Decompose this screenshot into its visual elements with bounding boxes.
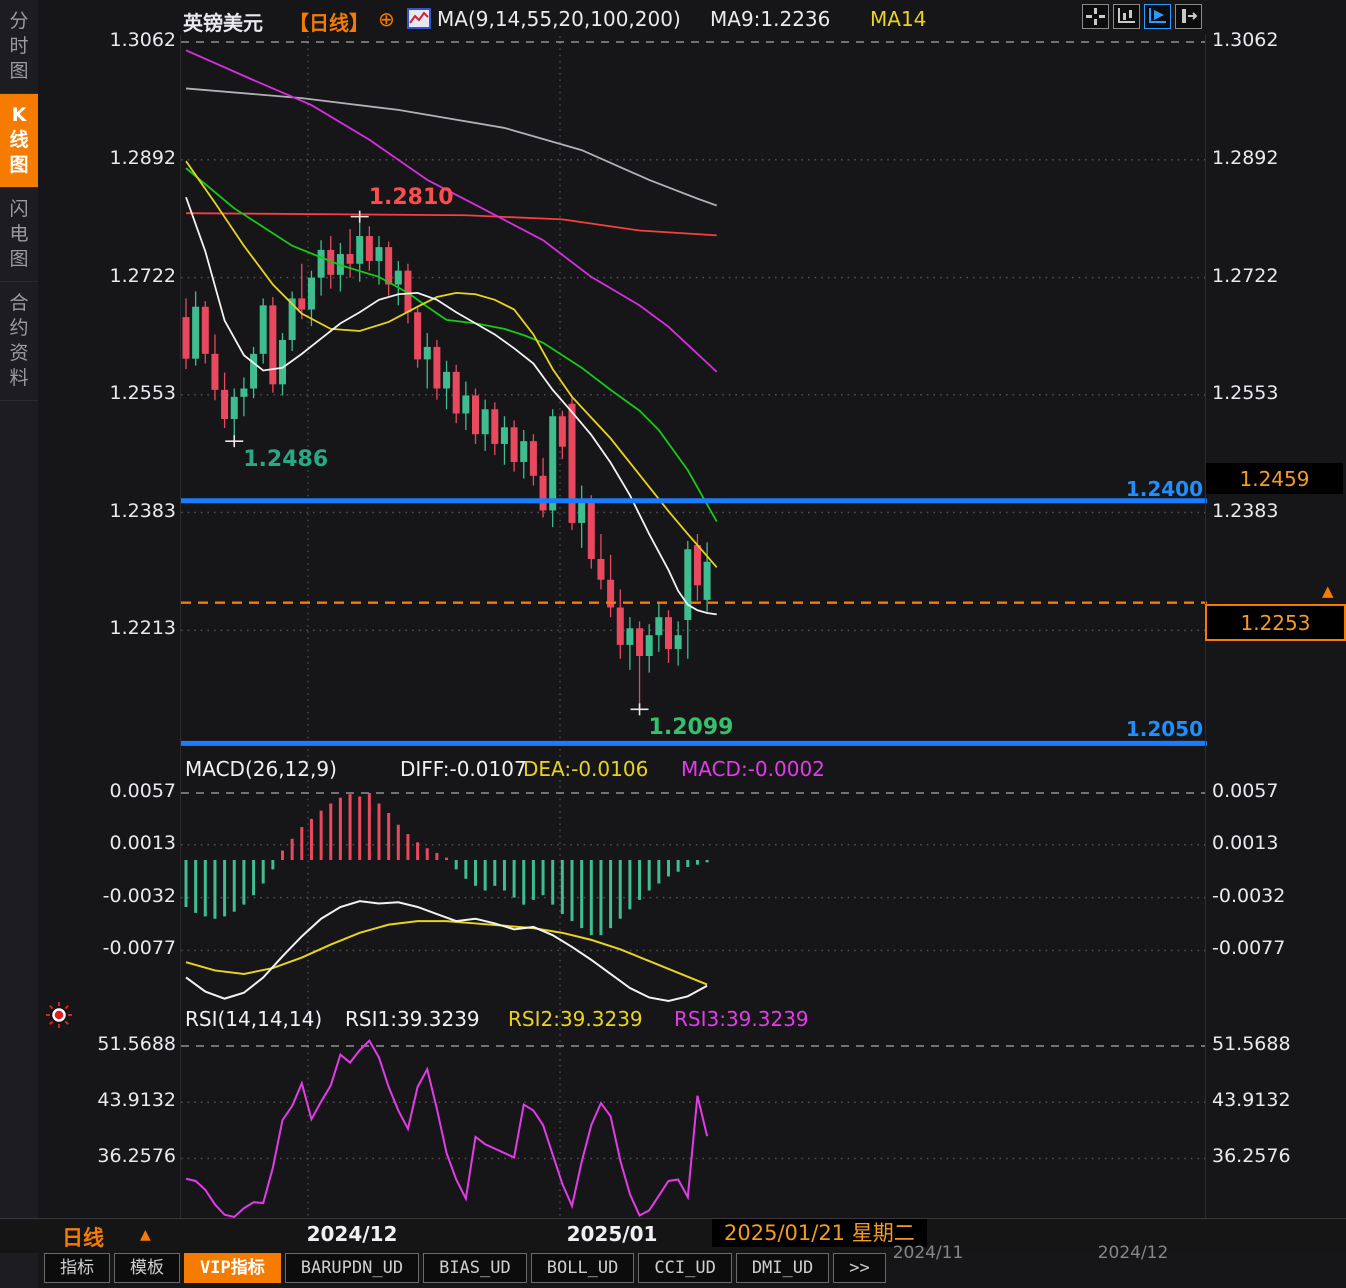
price-tick-label: 0.0057 bbox=[1212, 780, 1344, 802]
price-tick-label: -0.0032 bbox=[38, 885, 176, 907]
last-price-box: 1.2253 bbox=[1205, 604, 1346, 641]
trading-app: 分 时 图K 线 图闪 电 图合 约 资 料 英镑美元 【日线】 ⊕ MA(9,… bbox=[0, 0, 1346, 1288]
price-tick-label: 0.0057 bbox=[38, 780, 176, 802]
price-tick-label: 1.2892 bbox=[38, 147, 176, 169]
compass-icon[interactable]: ⊕ bbox=[378, 7, 395, 31]
price-tick-label: 43.9132 bbox=[1212, 1089, 1344, 1111]
time-axis-label: 2024/12 bbox=[282, 1222, 422, 1246]
ma-params-label: MA(9,14,55,20,100,200) bbox=[437, 7, 681, 31]
macd-title: MACD(26,12,9) bbox=[185, 757, 337, 781]
time-axis-label: 2025/01 bbox=[542, 1222, 682, 1246]
sidebar-item-time-share-chart[interactable]: 分 时 图 bbox=[0, 0, 38, 94]
price-tick-label: 0.0013 bbox=[1212, 832, 1344, 854]
price-tick-label: 1.2213 bbox=[38, 617, 176, 639]
price-tick-label: 1.2383 bbox=[1212, 500, 1344, 522]
tab-barupdn_ud[interactable]: BARUPDN_UD bbox=[285, 1253, 419, 1283]
period-dropdown-arrow-icon[interactable]: ▲ bbox=[140, 1227, 151, 1243]
axis-candle-icon[interactable] bbox=[1113, 4, 1140, 29]
rsi1-value: RSI1:39.3239 bbox=[345, 1007, 480, 1031]
sidebar-item-kline-chart[interactable]: K 线 图 bbox=[0, 94, 38, 188]
alert-pulse-icon bbox=[44, 1000, 74, 1034]
tab-bias_ud[interactable]: BIAS_UD bbox=[423, 1253, 527, 1283]
prev-close-box: 1.2459 bbox=[1206, 463, 1343, 494]
crosshair-icon[interactable] bbox=[1082, 4, 1109, 29]
price-tick-label: 1.2383 bbox=[38, 500, 176, 522]
price-tick-label: 36.2576 bbox=[38, 1145, 176, 1167]
swing-price-label: 1.2486 bbox=[243, 447, 328, 472]
period-label[interactable]: 日线 bbox=[62, 1222, 104, 1252]
price-tick-label: 51.5688 bbox=[1212, 1033, 1344, 1055]
symbol-title: 英镑美元 bbox=[183, 7, 263, 36]
rsi3-value: RSI3:39.3239 bbox=[674, 1007, 809, 1031]
rsi2-value: RSI2:39.3239 bbox=[508, 1007, 643, 1031]
macd-dea-value: DEA:-0.0106 bbox=[523, 757, 648, 781]
sidebar-item-contract-info[interactable]: 合 约 资 料 bbox=[0, 282, 38, 401]
price-tick-label: 1.2553 bbox=[1212, 382, 1344, 404]
price-tick-label: -0.0077 bbox=[1212, 937, 1344, 959]
price-tick-label: 1.2722 bbox=[1212, 265, 1344, 287]
swing-price-label: 1.2099 bbox=[649, 715, 734, 740]
bar-shift-icon[interactable] bbox=[1175, 4, 1202, 29]
tab-vip指标[interactable]: VIP指标 bbox=[184, 1253, 281, 1283]
ma14-value: MA14 bbox=[870, 7, 926, 31]
indicator-tab-bar: 指标模板VIP指标BARUPDN_UDBIAS_UDBOLL_UDCCI_UDD… bbox=[44, 1253, 886, 1283]
tab-模板[interactable]: 模板 bbox=[114, 1253, 180, 1283]
axis-flag-icon[interactable] bbox=[1144, 4, 1171, 29]
price-tick-label: 36.2576 bbox=[1212, 1145, 1344, 1167]
tab-boll_ud[interactable]: BOLL_UD bbox=[531, 1253, 635, 1283]
resistance-level-label: 1.2400 bbox=[1040, 477, 1203, 501]
price-tick-label: 1.2722 bbox=[38, 265, 176, 287]
chart-canvas[interactable] bbox=[0, 0, 1346, 1288]
price-tick-label: 51.5688 bbox=[38, 1033, 176, 1055]
price-tick-label: 1.2553 bbox=[38, 382, 176, 404]
support-level-label: 1.2050 bbox=[1040, 717, 1203, 741]
period-tag: 【日线】 bbox=[289, 7, 369, 36]
macd-diff-value: DIFF:-0.0107 bbox=[400, 757, 527, 781]
rsi-title: RSI(14,14,14) bbox=[185, 1007, 322, 1031]
left-sidebar: 分 时 图K 线 图闪 电 图合 约 资 料 bbox=[0, 0, 38, 1288]
price-tick-label: 0.0013 bbox=[38, 832, 176, 854]
chart-style-icon[interactable] bbox=[407, 8, 431, 33]
price-tick-label: 43.9132 bbox=[38, 1089, 176, 1111]
sidebar-item-flash-chart[interactable]: 闪 电 图 bbox=[0, 188, 38, 282]
clipped-time-label: 2024/12 bbox=[1078, 1243, 1188, 1263]
tab-[interactable]: >> bbox=[833, 1253, 885, 1283]
price-tick-label: 1.2892 bbox=[1212, 147, 1344, 169]
price-tick-label: 1.3062 bbox=[38, 29, 176, 51]
ma9-value: MA9:1.2236 bbox=[710, 7, 830, 31]
swing-price-label: 1.2810 bbox=[369, 185, 454, 210]
tab-dmi_ud[interactable]: DMI_UD bbox=[736, 1253, 829, 1283]
tab-cci_ud[interactable]: CCI_UD bbox=[638, 1253, 731, 1283]
price-tick-label: -0.0077 bbox=[38, 937, 176, 959]
tab-指标[interactable]: 指标 bbox=[44, 1253, 110, 1283]
price-up-arrow-icon: ▲ bbox=[1322, 582, 1334, 600]
macd-value: MACD:-0.0002 bbox=[681, 757, 825, 781]
price-tick-label: -0.0032 bbox=[1212, 885, 1344, 907]
clipped-time-label: 2024/11 bbox=[873, 1243, 983, 1263]
price-tick-label: 1.3062 bbox=[1212, 29, 1344, 51]
